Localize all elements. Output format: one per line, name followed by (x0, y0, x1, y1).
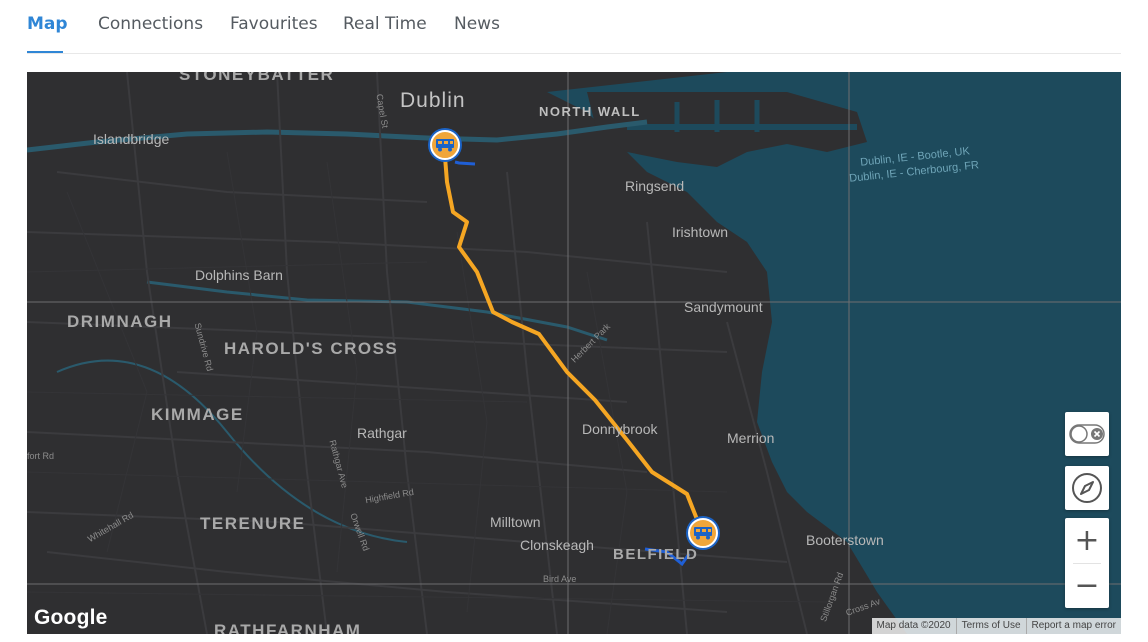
route-path[interactable] (443, 156, 704, 533)
street-label-fort-rd: fort Rd (27, 451, 55, 461)
compass-icon (1072, 473, 1102, 503)
report-map-error-link[interactable]: Report a map error (1025, 618, 1121, 634)
map-label-kimmage: KIMMAGE (151, 405, 244, 424)
tab-bar: Map Connections Favourites Real Time New… (27, 0, 1121, 54)
map-label-ringsend: Ringsend (625, 178, 685, 194)
map-label-donnybrook: Donnybrook (582, 421, 658, 437)
map-label-irishtown: Irishtown (672, 224, 729, 240)
map-canvas[interactable]: STONEYBATTER Dublin NORTH WALL Islandbri… (27, 72, 1121, 634)
tab-real-time[interactable]: Real Time (343, 14, 427, 34)
map-label-milltown: Milltown (490, 514, 541, 530)
map-label-booterstown: Booterstown (806, 532, 884, 548)
zoom-control: + − (1065, 518, 1109, 608)
google-logo[interactable]: Google (34, 606, 108, 630)
map-label-harolds-cross: HAROLD'S CROSS (224, 339, 399, 358)
map-label-drimnagh: DRIMNAGH (67, 312, 173, 331)
map-label-north-wall: NORTH WALL (539, 104, 641, 119)
map-label-rathfarnham: RATHFARNHAM (214, 621, 362, 634)
route-segment-north (454, 160, 476, 166)
map-label-merrion: Merrion (727, 430, 775, 446)
bus-marker-south[interactable] (688, 518, 718, 548)
map-label-terenure: TERENURE (200, 514, 306, 533)
map-label-clonskeagh: Clonskeagh (520, 537, 594, 553)
layer-toggle-button[interactable] (1065, 412, 1109, 456)
map-label-islandbridge: Islandbridge (93, 131, 170, 147)
recenter-compass-button[interactable] (1065, 466, 1109, 510)
zoom-divider (1073, 563, 1101, 564)
map-label-stoneybatter: STONEYBATTER (179, 72, 335, 84)
terms-of-use-link[interactable]: Terms of Use (955, 618, 1026, 634)
map-label-dublin: Dublin (400, 89, 466, 112)
tab-favourites[interactable]: Favourites (230, 14, 318, 34)
grand-canal (146, 280, 608, 342)
toggle-off-icon (1069, 424, 1105, 444)
bus-marker-north[interactable] (430, 130, 460, 160)
zoom-in-button[interactable]: + (1065, 518, 1109, 563)
map-label-rathgar: Rathgar (357, 425, 407, 441)
tab-news[interactable]: News (454, 14, 500, 34)
active-tab-indicator (27, 51, 63, 53)
map-label-dolphins-barn: Dolphins Barn (195, 267, 283, 283)
map-data-label[interactable]: Map data ©2020 (872, 618, 956, 634)
street-label-bird-ave: Bird Ave (543, 574, 577, 584)
map-attribution: Map data ©2020 Terms of Use Report a map… (871, 618, 1121, 634)
zoom-out-button[interactable]: − (1065, 563, 1109, 608)
map-label-belfield: BELFIELD (613, 546, 699, 563)
map-label-sandymount: Sandymount (684, 299, 763, 315)
tab-map[interactable]: Map (27, 14, 68, 34)
bus-icon (436, 139, 454, 152)
bus-icon (694, 527, 712, 540)
tab-connections[interactable]: Connections (98, 14, 203, 34)
